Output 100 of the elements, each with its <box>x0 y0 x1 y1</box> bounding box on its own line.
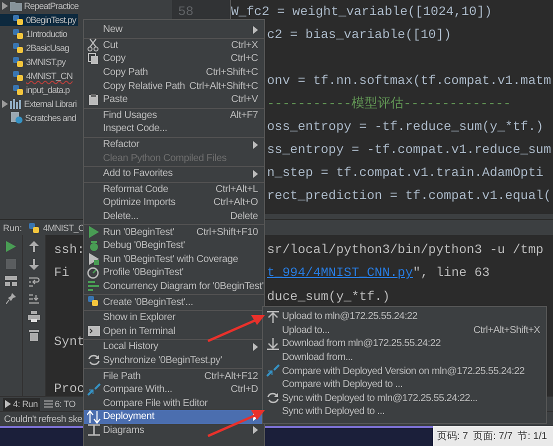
download-icon <box>267 338 279 350</box>
up-arrow-icon <box>29 241 39 252</box>
menu-item[interactable]: Find Usages Alt+F7 <box>84 108 264 122</box>
code-line: rect_prediction = tf.compat.v1.equal( <box>267 187 552 205</box>
run-icon <box>5 400 11 408</box>
menu-item[interactable]: Reformat Code Ctrl+Alt+L <box>84 182 264 196</box>
tree-item[interactable]: RepeatPractice <box>0 0 81 12</box>
tree-item[interactable]: 0BeginTest.py <box>0 14 78 26</box>
console-text: ", line 63 <box>412 264 490 282</box>
code-line: onv = tf.nn.softmax(tf.compat.v1.matm <box>267 72 552 90</box>
run-icon <box>87 225 101 240</box>
menu-item[interactable]: Upload to... Ctrl+Alt+Shift+X <box>263 324 546 338</box>
python-file-icon <box>12 28 24 40</box>
stop-icon <box>6 259 16 269</box>
menu-item[interactable]: Run '0BeginTest' with Coverage <box>84 252 264 266</box>
up-down-arrows-icon <box>87 410 101 424</box>
tool-window-tab[interactable]: 6: TO <box>42 398 78 410</box>
tree-item[interactable]: External Librari <box>0 98 79 110</box>
console-text: ssh: <box>54 241 85 259</box>
menu-item[interactable]: Debug '0BeginTest' <box>84 238 264 252</box>
menu-item[interactable]: Optimize Imports Ctrl+Alt+O <box>84 196 264 210</box>
submenu-arrow-icon <box>253 140 258 149</box>
python-file-icon <box>12 70 24 82</box>
folder-icon <box>10 1 22 11</box>
menu-item[interactable]: Diagrams <box>84 424 264 438</box>
tree-item[interactable]: 2BasicUsag <box>0 42 72 54</box>
menu-item[interactable]: Inspect Code... <box>84 122 264 136</box>
code-line: ss_entropy = -tf.compat.v1.reduce_sum <box>267 141 552 159</box>
code-line: c2 = bias_variable([10]) <box>267 26 452 44</box>
menu-item[interactable]: Copy Ctrl+C <box>84 52 264 66</box>
menu-item[interactable]: Paste Ctrl+V <box>84 92 264 107</box>
scroll-to-end-icon <box>28 294 40 304</box>
list-icon <box>44 400 53 408</box>
soft-wrap-icon <box>28 277 40 287</box>
menu-item[interactable]: Compare With... Ctrl+D <box>84 382 264 396</box>
code-line: oss_entropy = -tf.reduce_sum(y_*tf.) <box>267 118 544 136</box>
tree-item[interactable]: input_data.p <box>0 84 72 96</box>
menu-item[interactable]: Compare with Deployed to ... <box>263 378 546 392</box>
menu-item[interactable]: Download from mln@172.25.55.24:22 <box>263 337 546 351</box>
code-comment: -----------模型评估-------------- <box>267 95 511 113</box>
menu-item[interactable]: Add to Favorites <box>84 166 264 181</box>
tree-item[interactable]: 4MNIST_CN <box>0 70 75 82</box>
diagram-icon <box>87 423 101 438</box>
menu-item[interactable]: Refactor <box>84 136 264 152</box>
layout-icon <box>5 276 17 286</box>
compare-icon <box>87 382 101 397</box>
menu-item[interactable]: New <box>84 23 264 37</box>
copy-icon <box>87 52 101 66</box>
menu-item[interactable]: Deployment <box>84 410 264 424</box>
menu-item[interactable]: Run '0BeginTest' Ctrl+Shift+F10 <box>84 224 264 239</box>
code-line: n_step = tf.compat.v1.train.AdamOpti <box>267 164 544 182</box>
menu-item[interactable]: Create '0BeginTest'... <box>84 294 264 309</box>
menu-item[interactable]: Copy Relative Path Ctrl+Alt+Shift+C <box>84 79 264 93</box>
panel-label: Run: <box>3 222 22 232</box>
menu-item[interactable]: Cut Ctrl+X <box>84 38 264 52</box>
lines-icon <box>87 279 101 294</box>
menu-item[interactable]: Synchronize '0BeginTest.py' <box>84 354 264 368</box>
menu-item[interactable]: Sync with Deployed to mln@172.25.55.24:22... <box>263 392 546 406</box>
compare-icon <box>266 364 280 378</box>
tree-item[interactable]: 3MNIST.py <box>0 56 68 68</box>
down-arrow-icon <box>29 259 39 270</box>
python-file-icon <box>12 56 24 68</box>
menu-item[interactable]: Compare with Deployed Version on mln@172.25.55.24:22 <box>263 364 546 378</box>
tree-item[interactable]: 1Introductio <box>0 28 70 40</box>
coverage-icon <box>87 252 101 266</box>
expand-arrow-icon <box>2 100 8 108</box>
terminal-icon <box>87 324 101 338</box>
menu-item[interactable]: Upload to mln@172.25.55.24:22 <box>263 310 546 324</box>
menu-item[interactable]: Open in Terminal <box>84 324 264 338</box>
scratch-file-icon <box>10 112 23 124</box>
file-link[interactable]: t_994/4MNIST_CNN.py <box>267 261 413 285</box>
console-text: duce_sum(y_*tf.) <box>267 288 390 306</box>
menu-item[interactable]: Compare File with Editor <box>84 396 264 410</box>
console-text: Proc <box>54 380 85 396</box>
expand-arrow-icon <box>2 2 8 10</box>
menu-item[interactable]: Sync with Deployed to ... <box>263 405 546 419</box>
python-file-icon <box>12 84 24 96</box>
menu-item[interactable]: Concurrency Diagram for '0BeginTest' <box>84 280 264 294</box>
console-text: Synt <box>54 333 85 351</box>
menu-item[interactable]: Download from... <box>263 350 546 364</box>
run-tab[interactable]: 4MNIST_C <box>28 222 84 234</box>
sync-icon <box>87 353 101 368</box>
sync-icon <box>266 391 280 406</box>
profile-icon <box>87 266 101 280</box>
bug-icon <box>87 238 101 253</box>
library-icon <box>10 99 22 109</box>
run-icon <box>6 241 16 252</box>
python-file-icon <box>12 14 24 26</box>
menu-item[interactable]: Profile '0BeginTest' <box>84 266 264 280</box>
menu-item[interactable]: Delete... Delete <box>84 210 264 224</box>
tree-item[interactable]: Scratches and <box>0 112 78 124</box>
submenu-arrow-icon <box>253 342 258 351</box>
clipboard-icon <box>87 92 101 107</box>
print-icon <box>28 311 40 322</box>
status-field: 页面: 7/7 <box>473 429 513 443</box>
upload-icon <box>267 310 279 323</box>
status-field: 页码: 7 <box>437 429 468 443</box>
tool-window-tab[interactable]: 4: Run <box>3 398 40 410</box>
menu-item[interactable]: Copy Path Ctrl+Shift+C <box>84 66 264 80</box>
scissors-icon <box>87 38 101 52</box>
